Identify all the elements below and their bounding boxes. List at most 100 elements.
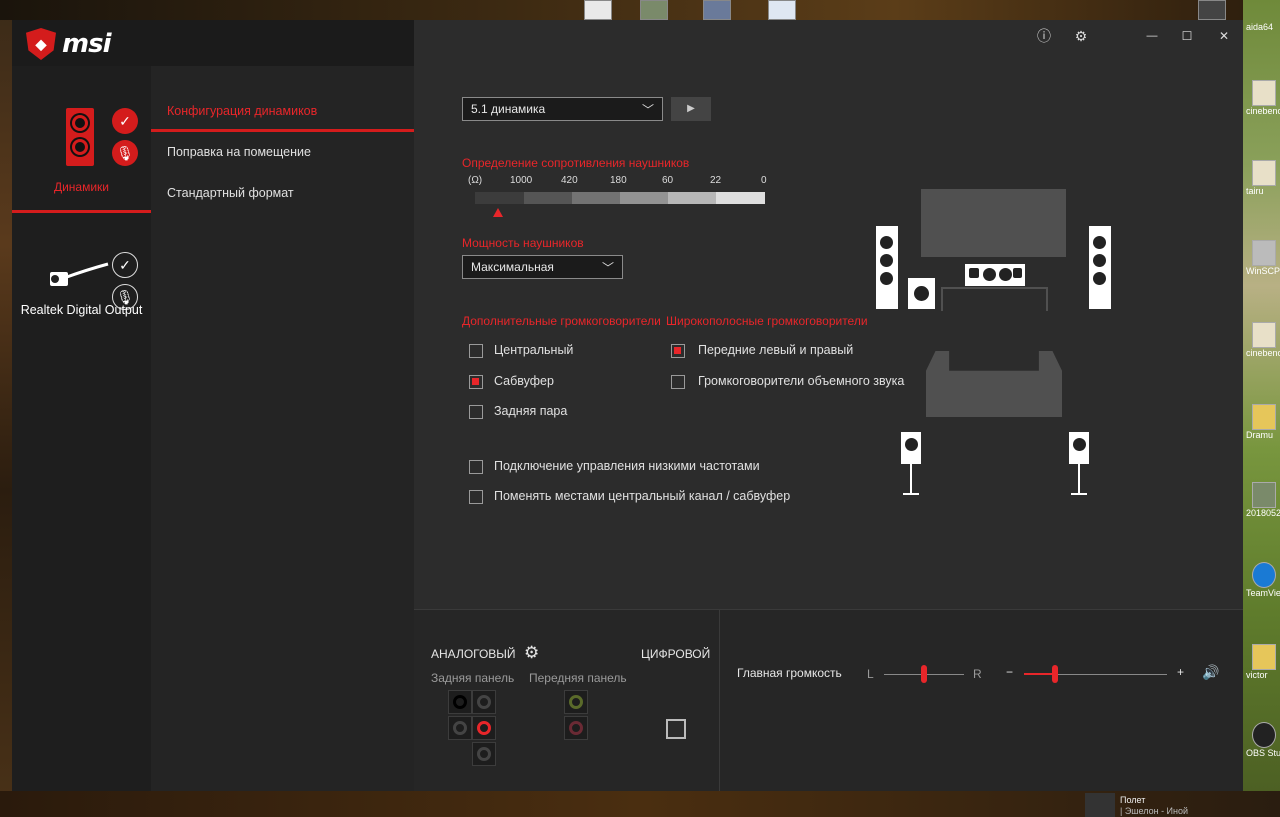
bottom-divider bbox=[719, 610, 720, 791]
desktop-icon-building[interactable] bbox=[1198, 0, 1226, 20]
front-jack-green[interactable] bbox=[564, 690, 588, 714]
volume-slider-thumb[interactable] bbox=[1052, 665, 1059, 683]
desktop-icon[interactable]: OBS Studio bbox=[1246, 722, 1280, 758]
checkbox-front-lr-label: Передние левый и правый bbox=[698, 343, 854, 357]
impedance-bar-segment bbox=[475, 192, 524, 204]
maximize-button[interactable]: ☐ bbox=[1177, 26, 1197, 46]
desktop-icon[interactable]: Dramu bbox=[1246, 404, 1280, 440]
digital-title: ЦИФРОВОЙ bbox=[641, 647, 711, 661]
balance-left-label: L bbox=[867, 667, 874, 681]
album-art bbox=[1085, 793, 1115, 817]
rear-jack-black[interactable] bbox=[448, 690, 472, 714]
speaker-config-select[interactable]: 5.1 динамика ﹀ bbox=[462, 97, 663, 121]
rear-left-speaker-icon[interactable] bbox=[901, 432, 921, 464]
volume-minus-button[interactable]: − bbox=[1006, 665, 1013, 679]
speaker-config-value: 5.1 динамика bbox=[471, 102, 546, 116]
dragon-shield-icon: ◆ bbox=[26, 28, 56, 60]
desktop-icon[interactable]: tairu bbox=[1246, 160, 1280, 196]
microphone-icon: 🎙 bbox=[112, 140, 138, 166]
rear-left-stand bbox=[910, 464, 912, 494]
desktop-icon-video[interactable] bbox=[640, 0, 668, 20]
check-icon: ✓ bbox=[112, 108, 138, 134]
brand-name: msi bbox=[62, 29, 111, 59]
desktop-icon-label: TeamViewer bbox=[1246, 588, 1280, 598]
master-volume-label: Главная громкость bbox=[737, 666, 842, 680]
subwoofer-icon[interactable] bbox=[908, 278, 935, 309]
menu-speaker-config[interactable]: Конфигурация динамиков bbox=[167, 104, 317, 118]
impedance-bar-segment bbox=[572, 192, 620, 204]
impedance-marker bbox=[493, 208, 503, 217]
media-now-playing[interactable]: Полет | Эшелон - Иной bbox=[1085, 793, 1245, 817]
desktop-icon[interactable]: TeamViewer bbox=[1246, 562, 1280, 598]
info-icon[interactable]: ⓘ bbox=[1034, 26, 1054, 46]
desktop-icon[interactable]: cinebench bbox=[1246, 322, 1280, 358]
desktop-icon-document[interactable] bbox=[768, 0, 796, 20]
checkbox-rear-pair[interactable] bbox=[469, 405, 483, 419]
rear-right-stand bbox=[1078, 464, 1080, 494]
impedance-bar-segment bbox=[620, 192, 668, 204]
device-digital-output[interactable]: ✓ 🎙 Realtek Digital Output bbox=[12, 226, 151, 346]
rear-jack-gray[interactable] bbox=[472, 742, 496, 766]
rear-panel-label: Задняя панель bbox=[431, 671, 515, 685]
desktop-icon[interactable]: victor bbox=[1246, 644, 1280, 680]
minimize-button[interactable]: — bbox=[1142, 26, 1162, 46]
desktop-icon[interactable]: 20180526 bbox=[1246, 482, 1280, 518]
power-select[interactable]: Максимальная ﹀ bbox=[462, 255, 623, 279]
center-speaker-icon[interactable] bbox=[965, 264, 1025, 286]
desktop-icon-label: tairu bbox=[1246, 186, 1264, 196]
checkbox-front-lr[interactable] bbox=[671, 344, 685, 358]
impedance-tick: 180 bbox=[610, 175, 627, 186]
menu-default-format[interactable]: Стандартный формат bbox=[167, 186, 294, 200]
checkbox-surround-label: Громкоговорители объемного звука bbox=[698, 374, 905, 388]
checkbox-bass-management[interactable] bbox=[469, 460, 483, 474]
impedance-tick: 60 bbox=[662, 175, 674, 186]
desktop-icon-label: 20180526 bbox=[1246, 508, 1280, 518]
checkbox-surround[interactable] bbox=[671, 375, 685, 389]
speaker-volume-icon[interactable]: 🔊 bbox=[1202, 664, 1219, 681]
digital-output-port[interactable] bbox=[666, 719, 686, 739]
checkbox-subwoofer[interactable] bbox=[469, 375, 483, 389]
rear-jack-gray[interactable] bbox=[472, 690, 496, 714]
menu-room-correction[interactable]: Поправка на помещение bbox=[167, 145, 311, 159]
rear-right-base bbox=[1071, 493, 1087, 495]
checkbox-bass-management-label: Подключение управления низкими частотами bbox=[494, 459, 760, 473]
checkbox-center[interactable] bbox=[469, 344, 483, 358]
checkbox-subwoofer-label: Сабвуфер bbox=[494, 374, 554, 388]
impedance-bar-segment bbox=[524, 192, 572, 204]
check-icon: ✓ bbox=[112, 252, 138, 278]
power-value: Максимальная bbox=[471, 260, 554, 274]
desktop-icon-chrome[interactable] bbox=[584, 0, 612, 20]
impedance-tick: 420 bbox=[561, 175, 578, 186]
desktop-icon[interactable]: WinSCP bbox=[1246, 240, 1280, 276]
rear-jack-gray[interactable] bbox=[448, 716, 472, 740]
desktop-icon-label: cinebench bbox=[1246, 106, 1280, 116]
settings-submenu: Конфигурация динамиков Поправка на помещ… bbox=[151, 20, 414, 791]
close-button[interactable]: ✕ bbox=[1214, 26, 1234, 46]
gear-icon[interactable]: ⚙ bbox=[1071, 26, 1091, 46]
balance-slider-thumb[interactable] bbox=[921, 665, 927, 683]
play-test-button[interactable]: ▶ bbox=[671, 97, 711, 121]
volume-plus-button[interactable]: + bbox=[1177, 665, 1184, 679]
media-artist: | Эшелон - Иной bbox=[1120, 806, 1189, 816]
volume-slider-fill bbox=[1024, 673, 1056, 675]
desktop-icon-image[interactable] bbox=[703, 0, 731, 20]
tv-stand bbox=[941, 287, 1048, 311]
device-speakers-label: Динамики bbox=[53, 180, 110, 194]
rear-jack-red[interactable] bbox=[472, 716, 496, 740]
analog-settings-gear-icon[interactable]: ⚙ bbox=[524, 643, 539, 663]
device-digital-label: Realtek Digital Output bbox=[20, 303, 143, 317]
rear-right-speaker-icon[interactable] bbox=[1069, 432, 1089, 464]
sofa-icon bbox=[926, 351, 1062, 417]
desktop-icon[interactable]: aida64 bbox=[1246, 22, 1280, 32]
device-speakers[interactable]: ✓ 🎙 Динамики bbox=[12, 66, 151, 216]
front-jack-pink[interactable] bbox=[564, 716, 588, 740]
audio-app-window: ◆ msi ✓ 🎙 Динамики ✓ 🎙 Realtek Digital O… bbox=[12, 20, 1243, 791]
checkbox-swap-center-sub[interactable] bbox=[469, 490, 483, 504]
desktop-icon-label: cinebench bbox=[1246, 348, 1280, 358]
device-active-underline bbox=[12, 210, 151, 213]
desktop-icon[interactable]: cinebench bbox=[1246, 80, 1280, 116]
front-right-speaker-icon[interactable] bbox=[1089, 226, 1111, 309]
logo-strip-extension bbox=[151, 20, 414, 66]
checkbox-rear-pair-label: Задняя пара bbox=[494, 404, 568, 418]
front-left-speaker-icon[interactable] bbox=[876, 226, 898, 309]
